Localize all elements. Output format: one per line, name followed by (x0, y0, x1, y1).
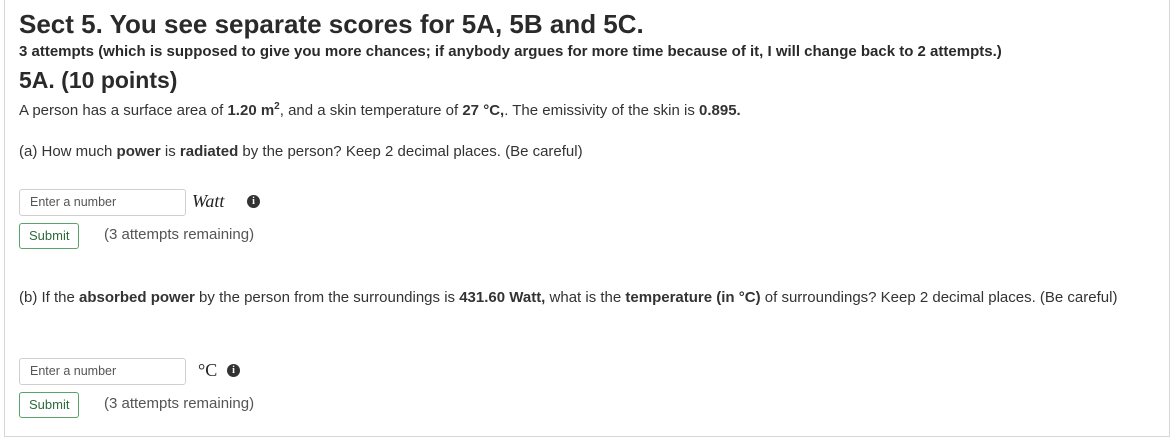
info-icon[interactable]: i (247, 195, 260, 208)
question-b: (b) If the absorbed power by the person … (19, 289, 1118, 306)
problem-statement: A person has a surface area of 1.20 m2, … (19, 101, 741, 119)
submit-a-button[interactable]: Submit (19, 223, 80, 249)
attempts-remaining-a: (3 attempts remaining) (104, 226, 255, 243)
attempts-remaining-b: (3 attempts remaining) (104, 395, 255, 412)
unit-celsius: °C (198, 360, 218, 380)
temp-value: 27 °C, (462, 102, 505, 119)
attempts-note: 3 attempts (which is supposed to give yo… (19, 43, 1002, 60)
area-value: 1.20 m2 (227, 101, 280, 119)
question-a: (a) How much power is radiated by the pe… (19, 143, 583, 160)
unit-watt: Watt (192, 191, 225, 211)
answer-a-input[interactable]: Enter a number (19, 189, 186, 216)
emissivity-value: 0.895. (699, 102, 741, 119)
submit-b-button[interactable]: Submit (19, 392, 80, 418)
answer-b-input[interactable]: Enter a number (19, 358, 186, 385)
page-title: Sect 5. You see separate scores for 5A, … (19, 9, 644, 39)
info-icon[interactable]: i (227, 364, 240, 377)
part-title: 5A. (10 points) (19, 67, 178, 93)
